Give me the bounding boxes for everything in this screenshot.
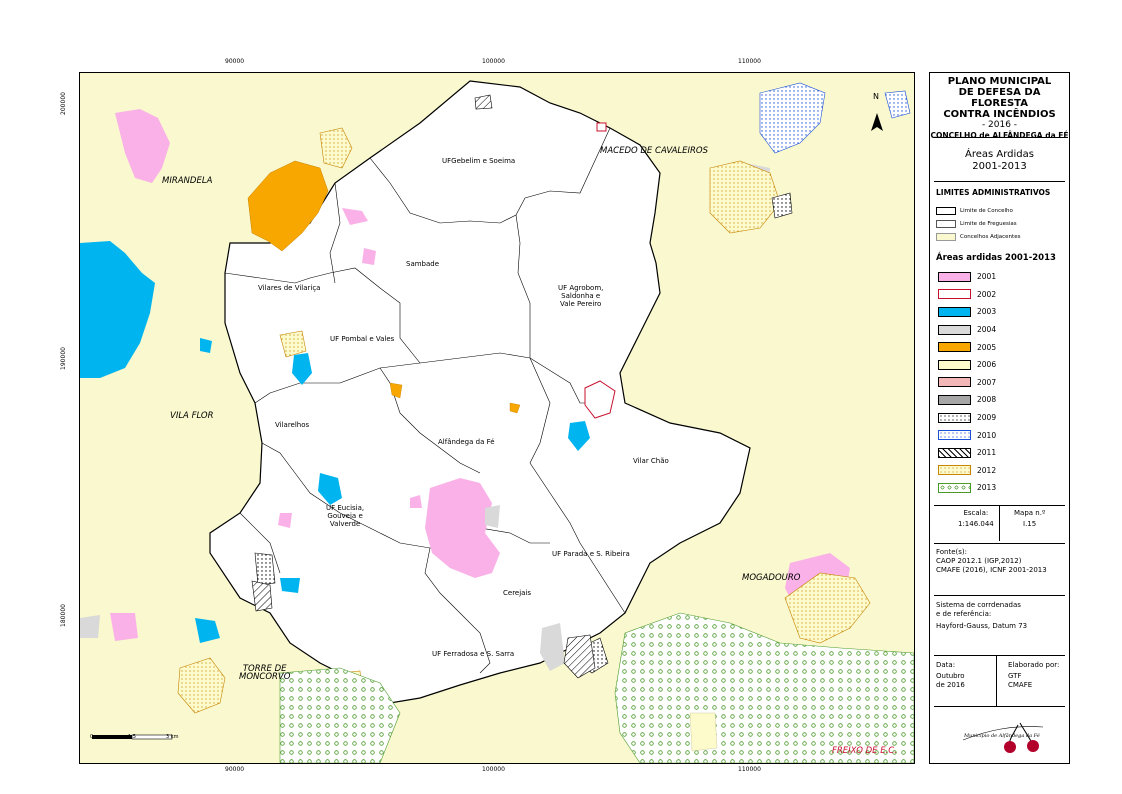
municipality-logo: Município de Alfândega da Fé [958,715,1048,755]
coord-bottom-90000: 90000 [225,766,245,773]
legend-2005: 2005 [930,338,1069,356]
divider [934,543,1065,544]
legend-2006: 2006 [930,356,1069,374]
legend-2009: 2009 [930,409,1069,427]
coord-bottom-100000: 100000 [482,766,505,773]
burned-legend: 2001 2002 2003 2004 2005 2006 2007 2008 … [930,268,1069,497]
label-agrobom: UF Agrobom, Saldonha e Vale Pereiro [558,284,604,308]
legend-2010: 2010 [930,426,1069,444]
scale-bar-label-3km: 3 km [166,734,179,740]
coord-top-90000: 90000 [225,58,245,65]
coord-top-100000: 100000 [482,58,505,65]
label-vilar-chao: Vilar Chão [633,457,669,465]
date: Data: Outubro de 2016 [936,661,965,689]
legend-2003: 2003 [930,303,1069,321]
label-eucisia: UF Eucisia, Gouveia e Valverde [326,504,365,528]
panel-title: PLANO MUNICIPAL DE DEFESA DA FLORESTA CO… [930,76,1069,140]
label-parada: UF Parada e S. Ribeira [552,550,630,558]
label-pombal: UF Pombal e Vales [330,335,395,343]
label-cerejais: Cerejais [503,589,532,597]
label-gebelim: UFGebelim e Soeima [442,157,516,165]
limits-legend: Limite de Concelho Limite de Freguesias … [930,204,1069,243]
divider [934,655,1065,656]
legend-panel: PLANO MUNICIPAL DE DEFESA DA FLORESTA CO… [929,72,1070,764]
coord-left-190000: 190000 [59,347,67,370]
sources: Fonte(s): CAOP 2012.1 (IGP,2012) CMAFE (… [936,548,1047,574]
divider [934,706,1065,707]
legend-2013: 2013 [930,479,1069,497]
label-macedo: MACEDO DE CAVALEIROS [600,146,708,156]
divider [934,181,1065,182]
scale-info: Escala: 1:146.044 [958,509,994,528]
legend-limit-freguesias: Limite de Freguesias [930,217,1069,230]
divider [934,137,1065,138]
divider [934,595,1065,596]
legend-2002: 2002 [930,286,1069,304]
label-mogadouro: MOGADOURO [742,573,801,583]
label-alfandega: Alfândega da Fé [438,438,495,446]
legend-2001: 2001 [930,268,1069,286]
label-mirandela: MIRANDELA [162,176,213,186]
limits-heading: LIMITES ADMINISTRATIVOS [936,188,1051,197]
author: Elaborado por: GTF CMAFE [1008,661,1060,689]
legend-2004: 2004 [930,321,1069,339]
label-sambade: Sambade [406,260,440,268]
coord-top-110000: 110000 [738,58,761,65]
north-label: N [873,92,879,101]
label-vilares: Vilares de Vilariça [258,284,321,292]
scale-bar-label-0: 0 [90,734,94,740]
scale-bar-label-1-5: 1,5 [128,734,136,740]
coord-left-200000: 200000 [59,92,67,115]
coord-bottom-110000: 110000 [738,766,761,773]
map-frame[interactable]: MACEDO DE CAVALEIROS MIRANDELA VILA FLOR… [79,72,915,764]
map-number: Mapa n.º I.15 [1014,509,1046,528]
label-freixo: FREIXO DE E.C. [832,746,897,756]
crs: Sistema de corrdenadas e de referência: … [936,601,1028,630]
burned-heading: Áreas ardidas 2001-2013 [936,253,1056,263]
label-ferradosa: UF Ferradosa e S. Sarra [432,650,515,658]
legend-2007: 2007 [930,374,1069,392]
coord-left-180000: 180000 [59,604,67,627]
legend-2012: 2012 [930,462,1069,480]
legend-limit-concelho: Limite de Concelho [930,204,1069,217]
map-subtitle: Áreas Ardidas 2001-2013 [965,149,1034,172]
legend-adjacent: Concelhos Adjacentes [930,230,1069,243]
label-vila-flor: VILA FLOR [170,411,214,421]
label-torre: TORRE DE MONCORVO [239,664,291,682]
legend-2008: 2008 [930,391,1069,409]
north-arrow-icon [871,113,883,131]
label-vilarelhos: Vilarelhos [275,421,310,429]
legend-2011: 2011 [930,444,1069,462]
